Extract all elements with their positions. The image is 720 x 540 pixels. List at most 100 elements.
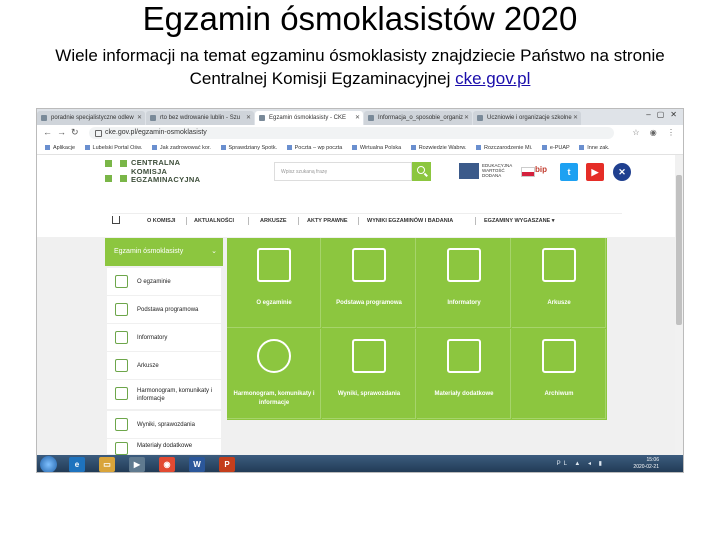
puzzle-icon [115,275,128,288]
tile-o-egzaminie[interactable]: O egzaminie [227,238,321,328]
menu-item-arkusze[interactable]: ARKUSZE [260,214,287,228]
tile-podstawa-programowa[interactable]: Podstawa programowa [322,238,416,328]
bookmark-item[interactable]: Aplikacje [45,142,75,154]
media-player-icon[interactable]: ▶ [129,457,145,472]
cke-logo-icon[interactable] [105,160,127,182]
tile-arkusze[interactable]: Arkusze [512,238,606,328]
search-input[interactable]: Wpisz szukaną frazę [274,162,412,181]
url-field[interactable]: cke.gov.pl/egzamin-osmoklasisty [89,127,614,139]
tile-label: Wyniki, sprawozdania [337,391,401,397]
browser-tab[interactable]: Uczniowie i organizacje szkolne ✕ [473,111,581,125]
slide-subtitle: Wiele informacji na temat egzaminu ósmok… [40,44,680,90]
sidebar-item-informatory[interactable]: Informatory [107,324,221,351]
twitter-icon[interactable]: t [560,163,578,181]
tile-wyniki[interactable]: Wyniki, sprawozdania [322,329,416,419]
tile-harmonogram[interactable]: Harmonogram, komunikaty i informacje [227,329,321,419]
bookmark-item[interactable]: Jak zadrowować kor. [152,142,211,154]
sidebar-header[interactable]: Egzamin ósmoklasisty ⌄ [105,238,223,266]
word-icon[interactable]: W [189,457,205,472]
sidebar-item-arkusze[interactable]: Arkusze [107,352,221,379]
tile-materialy[interactable]: Materiały dodatkowe [417,329,511,419]
tile-label: O egzaminie [256,300,292,306]
tab-favicon-icon [259,115,265,121]
sidebar-item-label: O egzaminie [137,278,171,285]
bookmark-item[interactable]: e-PUAP [542,142,570,154]
chevron-down-icon[interactable]: ⌄ [211,238,217,266]
clock[interactable]: 15:06 2020-02-21 [633,457,659,471]
sidebar-item-label: Materiały dodatkowe [137,443,193,449]
scrollbar[interactable] [675,155,683,455]
tray-icons[interactable]: PL ▲ ◂ ▮ [557,460,605,467]
media-icon [115,442,128,455]
checklist-icon [115,418,128,431]
sidebar-item-label: Harmonogram, komunikaty i informacje [137,387,213,402]
sidebar-item-label: Arkusze [137,362,159,369]
clock-date: 2020-02-21 [633,464,659,470]
menu-item-aktualnosci[interactable]: AKTUALNOŚCI [194,214,234,228]
cke-logo-text[interactable]: CENTRALNA KOMISJA EGZAMINACYJNA [131,158,200,185]
uk-flag-icon[interactable]: ✕ [613,163,631,181]
start-button[interactable] [40,456,57,472]
browser-tab[interactable]: Informacja_o_sposobie_organiz ✕ [364,111,472,125]
tile-label: Informatory [447,300,481,306]
close-icon[interactable]: ✕ [355,111,360,125]
sidebar-item-o-egzaminie[interactable]: O egzaminie [107,268,221,295]
menu-item-wyniki[interactable]: WYNIKI EGZAMINÓW I BADANIA [367,214,453,228]
tab-label: poradnie specjalistyczne odlew [51,115,134,121]
sidebar-item-podstawa[interactable]: Podstawa programowa [107,296,221,323]
menu-item-akty-prawne[interactable]: AKTY PRAWNE [307,214,348,228]
scrollbar-thumb[interactable] [676,175,682,325]
sidebar-item-label: Informatory [137,334,168,341]
back-icon[interactable]: ← [43,127,52,137]
menu-divider [475,217,476,225]
bookmark-item[interactable]: Sprawdziany Spotk. [221,142,278,154]
language-indicator[interactable]: PL [557,461,570,467]
cke-link[interactable]: cke.gov.pl [455,69,530,88]
powerpoint-icon[interactable]: P [219,457,235,472]
menu-divider [248,217,249,225]
ie-icon[interactable]: e [69,457,85,472]
sidebar-item-materialy[interactable]: Materiały dodatkowe [107,439,221,455]
close-icon[interactable]: ✕ [246,111,251,125]
bookmark-item[interactable]: Lubelski Portal Ośw. [85,142,143,154]
clock-time: 15:06 [646,457,659,463]
bookmark-item[interactable]: Rozczarodzenie Mi. [476,142,532,154]
close-icon[interactable]: ✕ [573,111,578,125]
browser-tab-active[interactable]: Egzamin ósmoklasisty - CKE ✕ [255,111,363,125]
folder-icon [542,339,576,373]
slide-title: Egzamin ósmoklasistów 2020 [142,0,578,37]
browser-tab[interactable]: rto bez wdrowanie lublin - Szu ✕ [146,111,254,125]
sidebar-item-harmonogram[interactable]: Harmonogram, komunikaty i informacje [107,380,221,409]
bookmark-item[interactable]: Wirtualna Polska [352,142,401,154]
poland-flag-icon[interactable] [521,167,535,177]
close-icon[interactable]: ✕ [137,111,142,125]
extension-icons[interactable]: ☆ ◉ ⋮ [632,128,679,137]
info-icon [115,387,128,400]
tab-favicon-icon [150,115,156,121]
bookmark-item[interactable]: Inne zak. [579,142,609,154]
browser-tab[interactable]: poradnie specjalistyczne odlew ✕ [37,111,145,125]
bookmark-item[interactable]: Rozwiedzie Wabrw. [411,142,467,154]
url-text: cke.gov.pl/egzamin-osmoklasisty [105,129,207,136]
window-controls[interactable]: –▢✕ [646,110,683,119]
tile-informatory[interactable]: Informatory [417,238,511,328]
menu-item-egzaminy-wygaszane[interactable]: EGZAMINY WYGASZANE ▾ [484,214,555,228]
tile-archiwum[interactable]: Archiwum [512,329,606,419]
bip-link[interactable]: bip [535,165,547,174]
chrome-icon[interactable]: ◉ [159,457,175,472]
info-book-icon [115,331,128,344]
tab-label: Uczniowie i organizacje szkolne [487,115,572,121]
tile-grid: O egzaminie Podstawa programowa Informat… [227,238,607,420]
home-icon[interactable] [112,216,120,224]
explorer-icon[interactable]: ▭ [99,457,115,472]
reload-icon[interactable]: ↻ [71,127,79,138]
close-icon[interactable]: ✕ [464,111,469,125]
sidebar-item-wyniki[interactable]: Wyniki, sprawozdania [107,411,221,438]
forward-icon[interactable]: → [57,127,66,137]
book-icon [352,248,386,282]
youtube-icon[interactable]: ▶ [586,163,604,181]
menu-item-o-komisji[interactable]: O KOMISJI [147,214,175,228]
partner-logo-icon[interactable] [459,163,479,179]
search-icon[interactable] [412,162,431,181]
bookmark-item[interactable]: Poczta – wp poczta [287,142,343,154]
